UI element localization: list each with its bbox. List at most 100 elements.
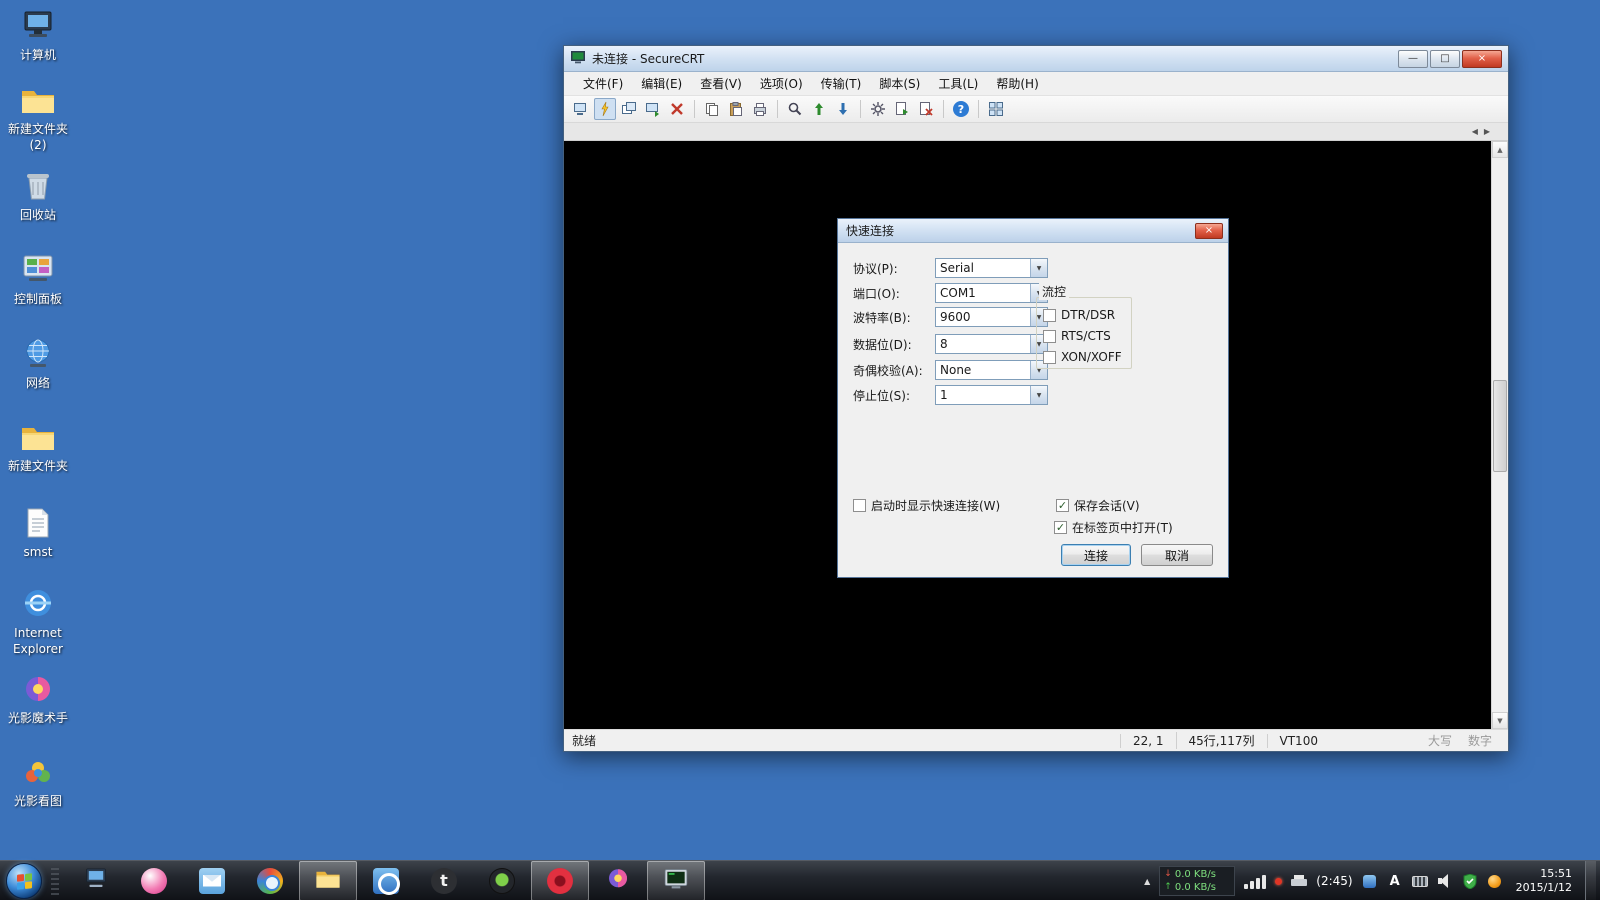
clock[interactable]: 15:51 2015/1/12 (1512, 867, 1576, 895)
parity-select[interactable]: None ▼ (935, 360, 1048, 380)
taskbar-browser[interactable] (241, 861, 299, 900)
start-button[interactable] (6, 862, 42, 899)
desktop-icon-new-folder-2[interactable]: 新建文件夹(2) (4, 86, 72, 153)
connect-in-tab-icon[interactable] (618, 98, 640, 120)
paste-icon[interactable] (725, 98, 747, 120)
scroll-up-button[interactable]: ▲ (1492, 141, 1508, 158)
checkbox-box[interactable]: ✓ (1054, 521, 1067, 534)
port-select[interactable]: COM1 ▼ (935, 283, 1048, 303)
desktop-icon-network[interactable]: 网络 (4, 338, 72, 392)
close-button[interactable]: × (1462, 49, 1502, 68)
keyboard-icon[interactable] (1411, 873, 1428, 889)
tile-windows-icon[interactable] (985, 98, 1007, 120)
timer-badge[interactable]: (2:45) (1316, 874, 1352, 888)
upload-speed-row: ↑ 0.0 KB/s (1164, 881, 1230, 894)
window-titlebar[interactable]: 未连接 - SecureCRT — □ × (564, 46, 1508, 72)
checkbox-box[interactable]: ✓ (1043, 329, 1056, 343)
protocol-select[interactable]: Serial ▼ (935, 258, 1048, 278)
desktop-icon-recycle-bin[interactable]: 回收站 (4, 170, 72, 224)
connect-icon[interactable] (570, 98, 592, 120)
shield-icon[interactable] (1462, 873, 1478, 889)
menu-file[interactable]: 文件(F) (574, 71, 632, 96)
taskbar-mail[interactable] (183, 861, 241, 900)
desktop-icon-photo-viewer[interactable]: 光影看图 (4, 758, 72, 810)
open-in-tab-checkbox[interactable]: ✓ 在标签页中打开(T) (1054, 519, 1173, 536)
desktop-icon-computer[interactable]: 计算机 (4, 10, 72, 64)
checkbox-label: 启动时显示快速连接(W) (871, 499, 1001, 513)
cancel-script-icon[interactable] (915, 98, 937, 120)
baud-rate-select[interactable]: 9600 ▼ (935, 307, 1048, 327)
download-icon[interactable] (832, 98, 854, 120)
terminal-scrollbar[interactable]: ▲ ▼ (1491, 141, 1508, 729)
xon-xoff-checkbox[interactable]: ✓ XON/XOFF (1043, 350, 1122, 364)
check-icon: ✓ (1057, 499, 1068, 512)
find-icon[interactable] (784, 98, 806, 120)
desktop-icon-new-folder[interactable]: 新建文件夹 (4, 423, 72, 475)
scrollbar-thumb[interactable] (1493, 379, 1507, 472)
menu-script[interactable]: 脚本(S) (870, 71, 929, 96)
menu-tools[interactable]: 工具(L) (929, 71, 987, 96)
status-cursor-position: 22, 1 (1119, 733, 1176, 748)
dialog-titlebar[interactable]: 快速连接 × (838, 219, 1228, 243)
menu-edit[interactable]: 编辑(E) (632, 71, 691, 96)
desktop-icon-control-panel[interactable]: 控制面板 (4, 254, 72, 308)
taskbar-photo-editor[interactable] (589, 861, 647, 900)
checkbox-box[interactable]: ✓ (1043, 308, 1056, 322)
update-icon[interactable] (1487, 873, 1503, 889)
checkbox-box[interactable]: ✓ (1043, 350, 1056, 364)
taskbar-utorrent[interactable]: t (415, 861, 473, 900)
scroll-down-button[interactable]: ▼ (1492, 712, 1508, 729)
alert-dot-icon[interactable] (1275, 877, 1283, 885)
upload-icon[interactable] (808, 98, 830, 120)
tab-scroll-left-icon[interactable]: ◀ (1472, 127, 1478, 136)
scrollbar-track[interactable] (1492, 158, 1508, 712)
rts-cts-checkbox[interactable]: ✓ RTS/CTS (1043, 329, 1111, 343)
download-arrow-icon: ↓ (1164, 869, 1172, 879)
desktop-icon-internet-explorer[interactable]: Internet Explorer (4, 588, 72, 657)
minimize-button[interactable]: — (1398, 49, 1428, 68)
run-script-icon[interactable] (891, 98, 913, 120)
dialog-close-button[interactable]: × (1195, 222, 1223, 239)
printer-icon[interactable] (1291, 875, 1308, 887)
menu-options[interactable]: 选项(O) (751, 71, 812, 96)
taskbar-image-tool[interactable] (125, 861, 183, 900)
taskbar-internet-explorer[interactable] (357, 861, 415, 900)
desktop-icon-smst[interactable]: smst (4, 507, 72, 561)
taskbar-player-app[interactable] (531, 860, 589, 900)
show-on-startup-checkbox[interactable]: ✓ 启动时显示快速连接(W) (853, 497, 1000, 514)
stop-bits-select[interactable]: 1 ▼ (935, 385, 1048, 405)
session-options-icon[interactable] (867, 98, 889, 120)
im-icon[interactable] (1362, 873, 1378, 889)
reconnect-icon[interactable] (642, 98, 664, 120)
volume-icon[interactable] (1437, 873, 1453, 889)
menu-help[interactable]: 帮助(H) (987, 71, 1047, 96)
save-session-checkbox[interactable]: ✓ 保存会话(V) (1056, 497, 1140, 514)
tab-scroll-right-icon[interactable]: ▶ (1484, 127, 1490, 136)
desktop-icon-photo-editor[interactable]: 光影魔术手 (4, 675, 72, 727)
taskbar-securecrt[interactable] (647, 860, 705, 900)
menu-transfer[interactable]: 传输(T) (812, 71, 871, 96)
taskbar-media-player[interactable] (473, 861, 531, 900)
taskbar-my-computer[interactable] (67, 861, 125, 900)
maximize-button[interactable]: □ (1430, 49, 1460, 68)
disconnect-icon[interactable] (666, 98, 688, 120)
menu-view[interactable]: 查看(V) (691, 71, 751, 96)
copy-icon[interactable] (701, 98, 723, 120)
connect-button[interactable]: 连接 (1061, 544, 1131, 566)
signal-meter-icon[interactable] (1244, 873, 1267, 889)
help-icon[interactable]: ? (950, 98, 972, 120)
taskbar-explorer-folder[interactable] (299, 860, 357, 900)
chevron-down-icon[interactable]: ▼ (1030, 259, 1047, 277)
show-desktop-button[interactable] (1585, 861, 1596, 900)
checkbox-box[interactable]: ✓ (1056, 499, 1069, 512)
show-hidden-icons-button[interactable]: ▲ (1144, 877, 1150, 886)
checkbox-box[interactable]: ✓ (853, 499, 866, 512)
data-bits-select[interactable]: 8 ▼ (935, 334, 1048, 354)
dtr-dsr-checkbox[interactable]: ✓ DTR/DSR (1043, 308, 1115, 322)
quick-connect-icon[interactable] (594, 98, 616, 120)
cancel-button[interactable]: 取消 (1141, 544, 1213, 566)
chevron-down-icon[interactable]: ▼ (1030, 386, 1047, 404)
print-icon[interactable] (749, 98, 771, 120)
network-speed-widget[interactable]: ↓ 0.0 KB/s ↑ 0.0 KB/s (1159, 866, 1236, 896)
input-method-icon[interactable]: A (1387, 873, 1403, 889)
